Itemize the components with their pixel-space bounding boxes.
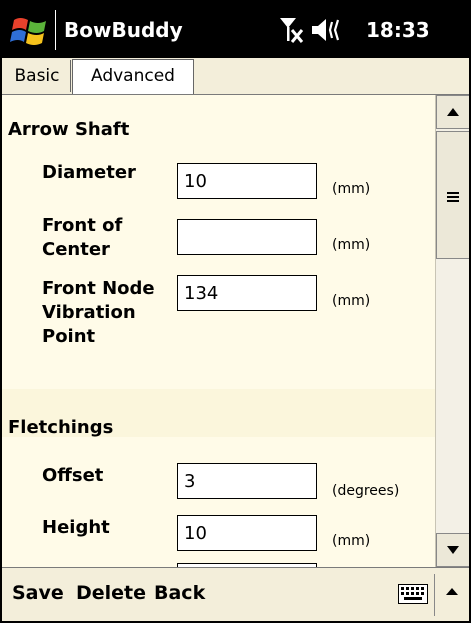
front-node-label-line1: Front Node <box>42 278 155 299</box>
tab-bar: Basic Advanced <box>2 58 469 95</box>
diameter-input[interactable]: 10 <box>177 163 317 199</box>
scroll-down-icon <box>447 546 459 554</box>
advanced-form: Arrow Shaft Diameter 10 (mm) Front of Ce… <box>2 95 435 571</box>
menu-up-arrow-icon[interactable] <box>440 582 464 602</box>
front-of-center-unit: (mm) <box>332 237 371 253</box>
app-title: BowBuddy <box>64 18 183 42</box>
section-arrow-shaft-title: Arrow Shaft <box>8 119 130 140</box>
scroll-down-button[interactable] <box>436 533 469 567</box>
vertical-scrollbar[interactable] <box>435 95 469 567</box>
speaker-icon <box>312 19 340 41</box>
status-icons[interactable] <box>278 14 358 46</box>
device-screen: BowBuddy 18:33 Basic Advanced Arrow Shaf… <box>0 0 471 623</box>
menu-bar: Save Delete Back <box>2 567 469 621</box>
scroll-thumb[interactable] <box>436 131 469 259</box>
offset-label: Offset <box>42 465 104 486</box>
title-separator <box>55 10 56 50</box>
menu-separator <box>434 574 435 616</box>
diameter-label: Diameter <box>42 162 136 183</box>
front-of-center-label-line2: Center <box>42 239 110 260</box>
front-node-label: Front Node Vibration Point <box>42 277 155 349</box>
front-node-input[interactable]: 134 <box>177 275 317 311</box>
scroll-up-button[interactable] <box>436 95 469 129</box>
back-menu-button[interactable]: Back <box>154 582 205 604</box>
keyboard-icon[interactable] <box>398 584 428 604</box>
offset-unit: (degrees) <box>332 483 400 499</box>
front-node-unit: (mm) <box>332 293 371 309</box>
tab-advanced[interactable]: Advanced <box>72 59 194 94</box>
height-label: Height <box>42 517 110 538</box>
delete-menu-button[interactable]: Delete <box>76 582 146 604</box>
signal-off-icon <box>280 18 304 43</box>
tab-basic[interactable]: Basic <box>4 60 71 92</box>
section-fletchings-title: Fletchings <box>8 417 114 438</box>
front-node-label-line2: Vibration <box>42 302 136 323</box>
save-menu-button[interactable]: Save <box>12 582 64 604</box>
scroll-up-icon <box>447 108 459 116</box>
front-of-center-label: Front of Center <box>42 214 122 262</box>
scroll-grip-icon <box>447 192 459 202</box>
title-bar: BowBuddy 18:33 <box>2 2 469 58</box>
diameter-unit: (mm) <box>332 181 371 197</box>
windows-logo-icon[interactable] <box>10 14 50 48</box>
height-input[interactable]: 10 <box>177 515 317 551</box>
front-node-label-line3: Point <box>42 326 96 347</box>
clock[interactable]: 18:33 <box>366 18 430 42</box>
height-unit: (mm) <box>332 533 371 549</box>
front-of-center-label-line1: Front of <box>42 215 123 236</box>
front-of-center-input[interactable] <box>177 219 317 255</box>
offset-input[interactable]: 3 <box>177 463 317 499</box>
